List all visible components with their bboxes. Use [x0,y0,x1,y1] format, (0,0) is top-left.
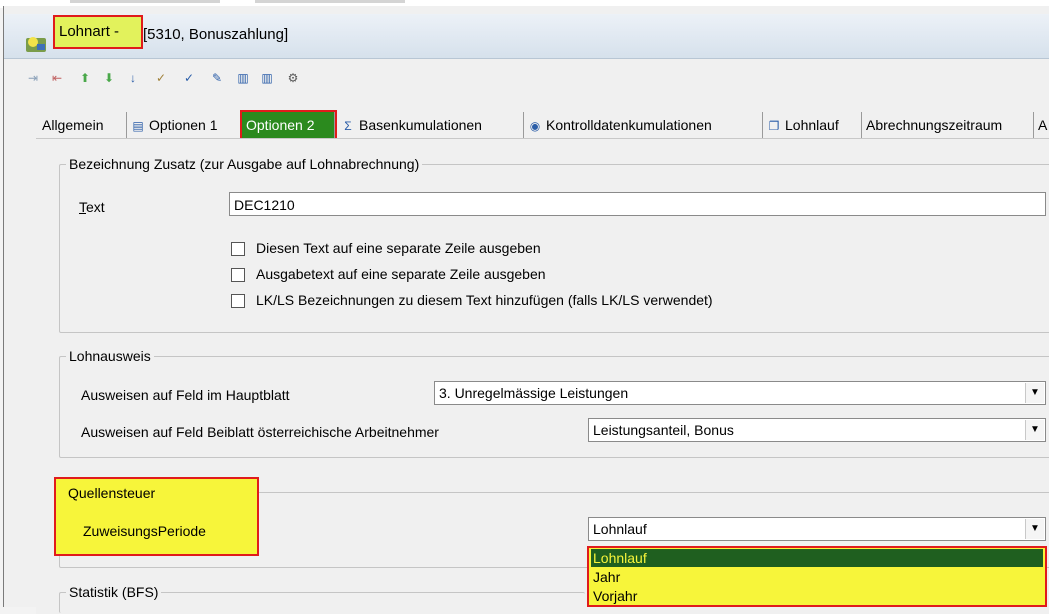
title-rest: [5310, Bonuszahlung] [143,26,289,43]
tab-abrechnungszeitraum[interactable]: Abrechnungszeitraum [862,112,1034,138]
delete-row-icon[interactable]: ⇤ [48,69,66,87]
indent-icon[interactable]: ⇥ [24,69,42,87]
tab-label: Basenkumulationen [359,117,482,133]
tab-label: Kontrolldatenkumulationen [546,117,712,133]
tab-overflow[interactable]: A [1034,112,1049,138]
chevron-down-icon[interactable]: ▼ [1025,519,1044,539]
settings-icon[interactable]: ⚙ [284,69,302,87]
quellensteuer-highlight: Quellensteuer ZuweisungsPeriode [54,477,259,556]
edit-icon[interactable]: ✎ [208,69,226,87]
beiblatt-value: Leistungsanteil, Bonus [593,422,734,438]
copy-icon: ❐ [768,119,780,133]
text-label: Text [79,199,105,215]
text-field[interactable]: DEC1210 [229,192,1046,216]
tab-label: A [1038,117,1048,133]
zuweisungsperiode-dropdown: Lohnlauf Jahr Vorjahr [587,546,1047,607]
separate-line-checkbox[interactable] [231,242,245,256]
top-strip-segment [255,0,405,3]
tab-label: Lohnlauf [785,117,839,133]
title-bar: Lohnart - [5310, Bonuszahlung] [4,14,1049,59]
tab-kontrolldaten[interactable]: ◉ Kontrolldatenkumulationen [524,112,763,138]
move-up-icon[interactable]: ⬆ [76,69,94,87]
lkls-checkbox[interactable] [231,294,245,308]
hauptblatt-value: 3. Unregelmässige Leistungen [439,385,629,401]
check1-label: Diesen Text auf eine separate Zeile ausg… [256,240,541,256]
sigma-icon: Σ [344,119,352,133]
tab-optionen2[interactable]: Optionen 2 [240,110,337,140]
spellcheck-icon[interactable]: ✓ [152,69,170,87]
chevron-down-icon[interactable]: ▼ [1025,383,1044,403]
tab-basenkumulationen[interactable]: Σ Basenkumulationen [337,112,524,138]
tab-label: Optionen 2 [246,117,315,133]
columns2-icon[interactable]: ▥ [258,69,276,87]
statistik-legend: Statistik (BFS) [66,584,162,600]
tab-label: Abrechnungszeitraum [866,117,1003,133]
tab-optionen1[interactable]: ▤ Optionen 1 [127,112,244,138]
control-icon: ◉ [529,119,541,133]
lohnausweis-legend: Lohnausweis [66,348,154,364]
tab-allgemein[interactable]: Allgemein [38,112,127,138]
hauptblatt-select[interactable]: 3. Unregelmässige Leistungen ▼ [434,381,1046,405]
toolbar: ⇥ ⇤ ⬆ ⬇ ↓ ✓ ✓ ✎ ▥ ▥ ⚙ [4,59,1049,95]
output-separate-checkbox[interactable] [231,268,245,282]
app-icon [26,37,46,52]
zuweisungsperiode-label: ZuweisungsPeriode [83,523,206,539]
title-prefix: Lohnart - [59,23,120,40]
beiblatt-label: Ausweisen auf Feld Beiblatt österreichis… [81,424,439,440]
zuweisungsperiode-value: Lohnlauf [593,521,647,537]
quellensteuer-legend: Quellensteuer [68,485,156,501]
beiblatt-select[interactable]: Leistungsanteil, Bonus ▼ [588,418,1046,442]
sort-az-icon[interactable]: ↓ [124,69,142,87]
dropdown-option[interactable]: Jahr [591,568,620,586]
statistik-group: Statistik (BFS) [59,584,585,613]
lohnausweis-group: Lohnausweis [59,348,1049,458]
move-down-icon[interactable]: ⬇ [100,69,118,87]
columns-icon[interactable]: ▥ [234,69,252,87]
check2-label: Ausgabetext auf eine separate Zeile ausg… [256,266,546,282]
spellcheck2-icon[interactable]: ✓ [180,69,198,87]
chevron-down-icon[interactable]: ▼ [1025,420,1044,440]
top-strip-segment [70,0,220,3]
tab-label: Optionen 1 [149,117,218,133]
title-highlight: Lohnart - [53,15,143,49]
tab-lohnlauf[interactable]: ❐ Lohnlauf [763,112,862,138]
dropdown-option[interactable]: Lohnlauf [591,549,1043,567]
zuweisungsperiode-select[interactable]: Lohnlauf ▼ [588,517,1046,541]
hauptblatt-label: Ausweisen auf Feld im Hauptblatt [81,387,290,403]
document-icon: ▤ [132,119,144,133]
bezeichnung-legend: Bezeichnung Zusatz (zur Ausgabe auf Lohn… [66,156,423,172]
tab-label: Allgemein [42,117,104,133]
check3-label: LK/LS Bezeichnungen zu diesem Text hinzu… [256,292,713,308]
dropdown-option[interactable]: Vorjahr [591,587,637,605]
